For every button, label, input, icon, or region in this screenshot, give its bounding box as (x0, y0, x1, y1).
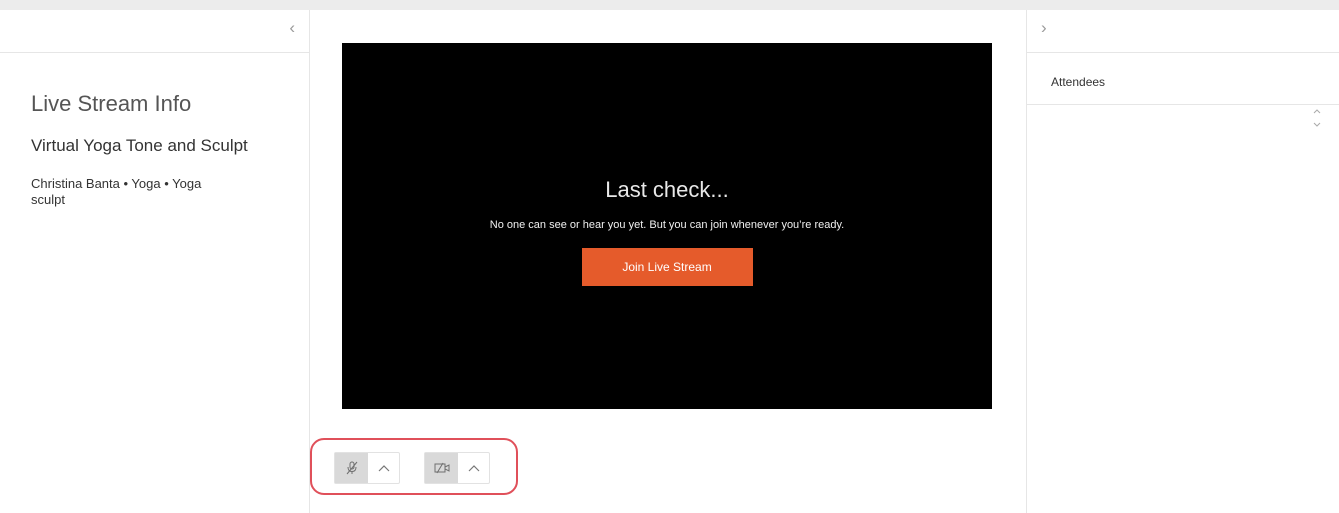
right-panel-header: › (1027, 10, 1339, 53)
microphone-control (334, 452, 400, 484)
scroll-up-icon[interactable] (1313, 108, 1321, 115)
chevron-up-icon (378, 465, 389, 472)
media-controls-highlight (310, 438, 518, 495)
camera-off-icon (434, 462, 449, 474)
attendees-title: Attendees (1051, 75, 1106, 89)
video-preview: Last check... No one can see or hear you… (342, 43, 992, 409)
class-meta: Christina Banta • Yoga • Yoga sculpt (31, 176, 202, 207)
top-bar (0, 0, 1339, 10)
live-stream-info-panel: ‹ Live Stream Info Virtual Yoga Tone and… (0, 10, 310, 513)
attendees-panel: › Attendees (1026, 10, 1339, 513)
scroll-down-icon[interactable] (1313, 121, 1321, 128)
camera-control (424, 452, 490, 484)
join-live-stream-button[interactable]: Join Live Stream (581, 248, 753, 286)
microphone-muted-icon (346, 461, 357, 475)
info-title: Live Stream Info (31, 91, 192, 116)
microphone-toggle-button[interactable] (335, 453, 368, 483)
expand-right-panel-button[interactable]: › (1041, 18, 1047, 38)
attendees-scrollbar[interactable] (1312, 108, 1322, 128)
collapse-left-panel-button[interactable]: ‹ (289, 18, 295, 38)
camera-toggle-button[interactable] (425, 453, 458, 483)
left-panel-header: ‹ (0, 10, 309, 53)
microphone-options-button[interactable] (368, 453, 399, 483)
stream-stage: Last check... No one can see or hear you… (310, 10, 1025, 513)
join-description: No one can see or hear you yet. But you … (489, 219, 845, 231)
chevron-up-icon (468, 465, 479, 472)
class-name: Virtual Yoga Tone and Sculpt (31, 136, 248, 155)
last-check-heading: Last check... (605, 177, 729, 202)
attendees-header: Attendees (1027, 53, 1339, 105)
camera-options-button[interactable] (458, 453, 489, 483)
